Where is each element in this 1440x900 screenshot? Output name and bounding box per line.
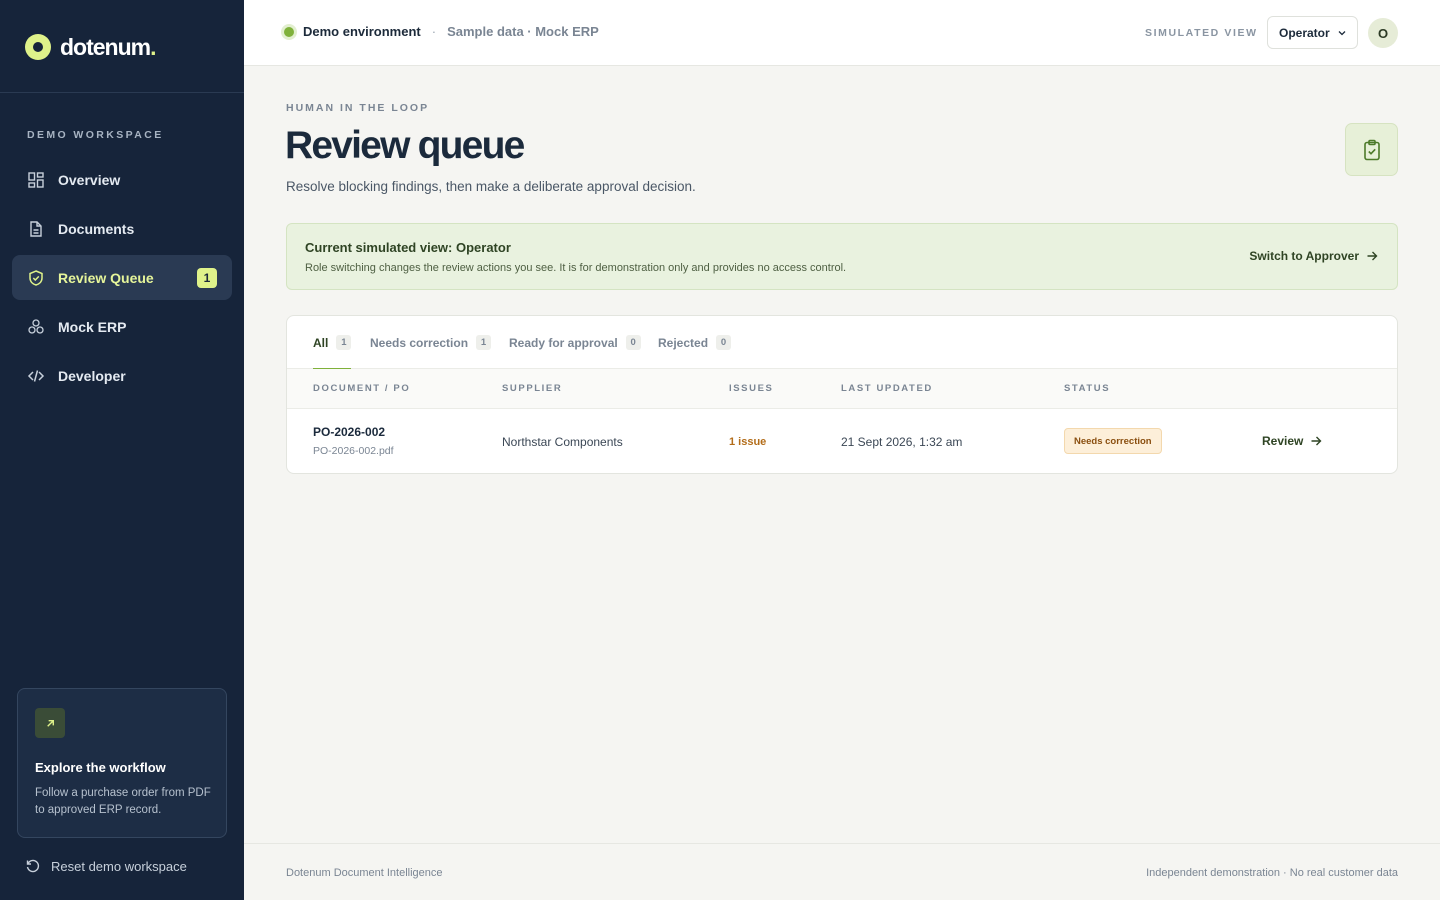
- switch-link-label: Switch to Approver: [1249, 249, 1359, 263]
- sidebar-item-label: Review Queue: [58, 269, 154, 286]
- status-dot-icon: [284, 26, 294, 37]
- review-label: Review: [1262, 434, 1304, 448]
- sidebar-nav: Overview Documents Review Queue 1 Mock E…: [12, 157, 232, 402]
- review-count-badge: 1: [197, 267, 217, 288]
- tab-label: Ready for approval: [509, 335, 618, 350]
- tab-all[interactable]: All 1: [313, 316, 352, 370]
- shield-check-icon: [27, 269, 45, 287]
- filter-tabs: All 1 Needs correction 1 Ready for appro…: [287, 316, 1397, 370]
- footer-product-name: Dotenum Document Intelligence: [286, 867, 443, 879]
- page-eyebrow: HUMAN IN THE LOOP: [286, 102, 430, 114]
- tab-count: 0: [625, 335, 641, 350]
- tab-count: 1: [336, 335, 352, 350]
- tab-label: Rejected: [658, 335, 709, 350]
- network-icon: [27, 318, 45, 336]
- column-header-issues: ISSUES: [729, 383, 774, 394]
- environment-name: Demo environment: [303, 24, 421, 39]
- brand-name: dotenum.: [60, 33, 157, 60]
- sidebar-section-label: DEMO WORKSPACE: [27, 129, 164, 141]
- environment-indicator: Demo environment · Sample data · Mock ER…: [284, 24, 599, 39]
- clipboard-check-button[interactable]: [1345, 123, 1398, 176]
- tab-needs-correction[interactable]: Needs correction 1: [370, 316, 492, 369]
- tab-label: Needs correction: [370, 335, 469, 350]
- role-select-value: Operator: [1279, 25, 1330, 40]
- arrow-up-right-icon: [35, 708, 65, 738]
- table-header: DOCUMENT / PO SUPPLIER ISSUES LAST UPDAT…: [287, 369, 1397, 409]
- chevron-down-icon: [1338, 31, 1346, 36]
- tab-count: 0: [716, 335, 732, 350]
- status-badge: Needs correction: [1064, 428, 1162, 454]
- supplier-name: Northstar Components: [502, 435, 623, 449]
- simulated-view-label: SIMULATED VIEW: [1145, 27, 1258, 39]
- document-icon: [27, 220, 45, 238]
- po-number: PO-2026-002: [313, 425, 386, 439]
- last-updated: 21 Sept 2026, 1:32 am: [841, 435, 963, 449]
- workflow-promo-card[interactable]: Explore the workflow Follow a purchase o…: [17, 688, 227, 838]
- role-select[interactable]: Operator: [1267, 16, 1358, 49]
- arrow-right-icon: [1311, 436, 1322, 446]
- sidebar-item-label: Developer: [58, 367, 126, 384]
- page-title: Review queue: [285, 124, 525, 167]
- sidebar-item-developer[interactable]: Developer: [12, 353, 232, 398]
- environment-separator: ·: [431, 24, 437, 39]
- page-subtitle: Resolve blocking findings, then make a d…: [286, 179, 696, 194]
- footer: Dotenum Document Intelligence Independen…: [244, 843, 1440, 900]
- sidebar-item-documents[interactable]: Documents: [12, 206, 232, 251]
- sidebar-item-mock-erp[interactable]: Mock ERP: [12, 304, 232, 349]
- notice-body: Role switching changes the review action…: [305, 262, 847, 274]
- brand-logo[interactable]: dotenum.: [25, 33, 157, 61]
- sidebar-item-label: Overview: [58, 171, 121, 188]
- tab-label: All: [313, 335, 329, 350]
- review-button[interactable]: Review: [1262, 434, 1322, 448]
- promo-body: Follow a purchase order from PDF to appr…: [35, 787, 211, 816]
- promo-title: Explore the workflow: [35, 760, 166, 775]
- review-queue-panel: All 1 Needs correction 1 Ready for appro…: [286, 315, 1398, 474]
- grid-icon: [27, 171, 45, 189]
- arrow-right-icon: [1367, 251, 1378, 261]
- topbar: Demo environment · Sample data · Mock ER…: [244, 0, 1440, 66]
- footer-disclaimer: Independent demonstration · No real cust…: [1146, 867, 1398, 879]
- reset-label: Reset demo workspace: [51, 858, 187, 874]
- sidebar: dotenum. DEMO WORKSPACE Overview Documen…: [0, 0, 244, 900]
- clipboard-check-icon: [1363, 139, 1380, 160]
- environment-subtitle: Sample data · Mock ERP: [447, 24, 599, 39]
- notice-title: Current simulated view: Operator: [305, 240, 511, 255]
- reset-icon: [26, 859, 40, 873]
- sidebar-divider: [0, 92, 244, 93]
- tab-count: 1: [476, 335, 492, 350]
- avatar[interactable]: O: [1368, 18, 1398, 48]
- sidebar-item-label: Mock ERP: [58, 318, 127, 335]
- sidebar-item-label: Documents: [58, 220, 135, 237]
- column-header-last-updated: LAST UPDATED: [841, 383, 933, 394]
- issue-count: 1 issue: [729, 436, 767, 448]
- code-icon: [27, 367, 45, 385]
- column-header-supplier: SUPPLIER: [502, 383, 563, 394]
- column-header-document: DOCUMENT / PO: [313, 383, 411, 394]
- table-row[interactable]: PO-2026-002 PO-2026-002.pdf Northstar Co…: [287, 409, 1397, 473]
- sidebar-item-overview[interactable]: Overview: [12, 157, 232, 202]
- sidebar-item-review-queue[interactable]: Review Queue 1: [12, 255, 232, 300]
- logo-icon: [25, 34, 51, 60]
- reset-demo-button[interactable]: Reset demo workspace: [25, 858, 187, 874]
- switch-to-approver-link[interactable]: Switch to Approver: [1249, 249, 1378, 263]
- tab-rejected[interactable]: Rejected 0: [658, 316, 732, 369]
- simulated-view-notice: Current simulated view: Operator Role sw…: [286, 223, 1398, 290]
- tab-ready-for-approval[interactable]: Ready for approval 0: [509, 316, 641, 369]
- column-header-status: STATUS: [1064, 383, 1111, 394]
- po-filename: PO-2026-002.pdf: [313, 445, 394, 457]
